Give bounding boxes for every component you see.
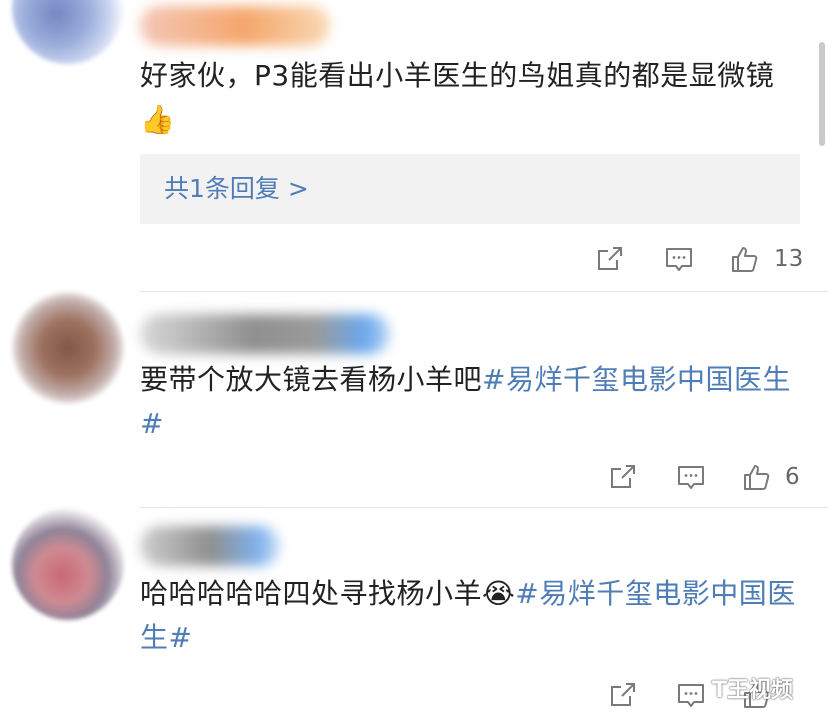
comment-icon[interactable] — [664, 244, 694, 274]
username-blurred[interactable] — [140, 314, 390, 354]
comment-actions — [0, 674, 828, 714]
thumbs-up-icon[interactable] — [742, 462, 772, 492]
thumbs-up-icon[interactable] — [730, 244, 760, 274]
comment-item: 好家伙，P3能看出小羊医生的鸟姐真的都是显微镜 👍 共1条回复 > 13 — [0, 0, 828, 292]
crying-emoji-icon: 😭 — [482, 577, 516, 610]
comment-item: 哈哈哈哈哈四处寻找杨小羊😭#易烊千玺电影中国医生# — [0, 508, 828, 726]
comment-body: 哈哈哈哈哈四处寻找杨小羊 — [140, 577, 483, 610]
like-count: 13 — [774, 246, 804, 272]
comment-text: 要带个放大镜去看杨小羊吧#易烊千玺电影中国医生# — [140, 358, 800, 446]
comment-icon[interactable] — [676, 680, 706, 710]
comment-icon[interactable] — [676, 462, 706, 492]
share-icon[interactable] — [608, 462, 638, 492]
comment-body: 要带个放大镜去看杨小羊吧 — [140, 363, 483, 396]
username-blurred[interactable] — [140, 526, 280, 566]
username-blurred[interactable] — [140, 6, 330, 46]
avatar[interactable] — [12, 292, 124, 404]
like-count: 6 — [785, 464, 800, 490]
avatar[interactable] — [12, 0, 124, 64]
share-icon[interactable] — [595, 244, 625, 274]
comment-actions: 6 — [0, 456, 828, 496]
comment-text: 哈哈哈哈哈四处寻找杨小羊😭#易烊千玺电影中国医生# — [140, 572, 800, 660]
avatar[interactable] — [12, 508, 124, 620]
watermark: T王视频 — [712, 678, 794, 703]
comment-text: 好家伙，P3能看出小羊医生的鸟姐真的都是显微镜 👍 — [140, 54, 800, 142]
thumbs-up-emoji-icon: 👍 — [140, 103, 176, 136]
view-replies-button[interactable]: 共1条回复 > — [140, 154, 800, 224]
comment-body: 好家伙，P3能看出小羊医生的鸟姐真的都是显微镜 — [140, 59, 775, 92]
comment-actions: 13 — [0, 238, 828, 278]
comment-item: 要带个放大镜去看杨小羊吧#易烊千玺电影中国医生# 6 — [0, 292, 828, 508]
share-icon[interactable] — [608, 680, 638, 710]
scrollbar[interactable] — [819, 42, 825, 146]
